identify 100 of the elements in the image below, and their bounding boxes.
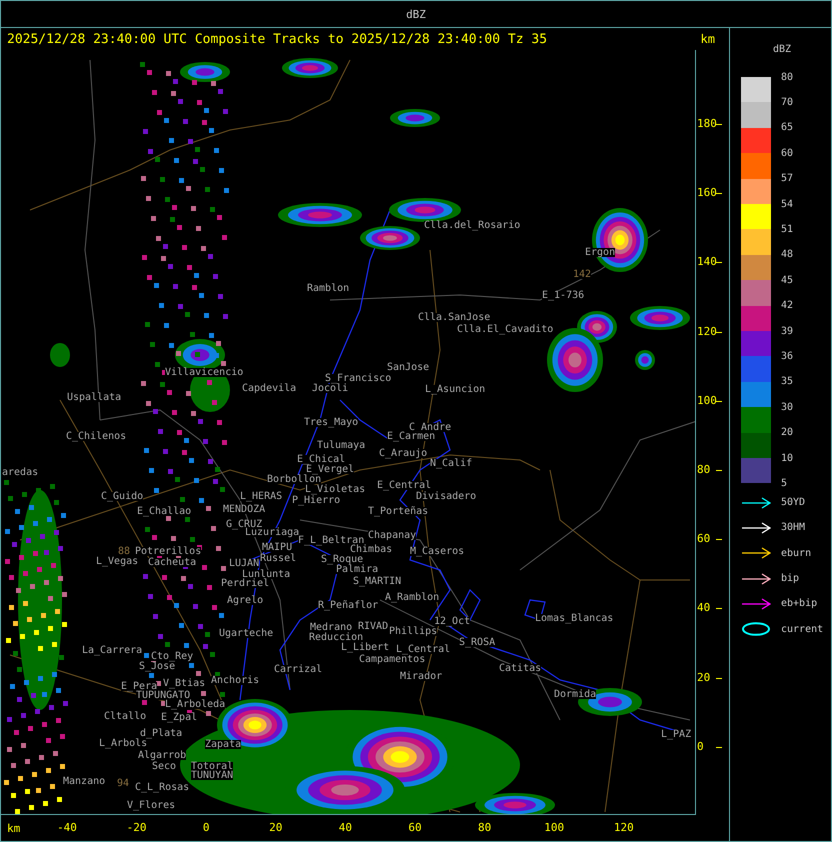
legend-label: eburn bbox=[781, 548, 812, 559]
place-label: E_Vergel bbox=[306, 465, 354, 474]
place-label: L_PAZ bbox=[661, 730, 692, 739]
axis-tick-label: 180 bbox=[697, 118, 717, 130]
scale-label: 30 bbox=[781, 402, 794, 413]
axis-tick-label: 40 bbox=[697, 602, 710, 614]
place-label: Seco bbox=[152, 762, 176, 771]
place-label: E_Zpal bbox=[161, 713, 198, 722]
place-label: L_HERAS bbox=[240, 492, 282, 501]
scale-label: 80 bbox=[781, 72, 794, 82]
place-label: L_Vegas bbox=[96, 557, 138, 566]
place-label: S_Jose bbox=[139, 662, 176, 671]
place-label: Lomas_Blancas bbox=[535, 614, 614, 623]
place-label: Chimbas bbox=[350, 545, 392, 554]
place-label: Cacheuta bbox=[148, 558, 196, 567]
place-label: Tres_Mayo bbox=[304, 418, 358, 427]
place-label: L_Asuncion bbox=[425, 385, 486, 394]
place-label: L_Arboleda bbox=[165, 700, 226, 709]
place-label: Catitas bbox=[499, 664, 542, 673]
axis-tick-label: 160 bbox=[697, 187, 717, 200]
place-label: E_Central bbox=[377, 481, 432, 490]
place-label: aredas bbox=[2, 468, 38, 477]
scale-label: 65 bbox=[781, 122, 794, 134]
place-label: S_Francisco bbox=[325, 374, 392, 383]
place-label: Ergon bbox=[585, 248, 616, 257]
place-label: Totoral bbox=[191, 762, 234, 771]
road-number: 88 bbox=[118, 547, 130, 556]
scale-label: 54 bbox=[781, 198, 794, 210]
window-title: dBZ bbox=[406, 8, 426, 20]
place-label: S_Roque bbox=[321, 555, 364, 564]
place-label: E_Carmen bbox=[387, 432, 436, 441]
place-label: 12_Oct bbox=[434, 617, 470, 626]
place-label: C_Andre bbox=[409, 423, 452, 432]
axis-tick-label: -20 bbox=[126, 822, 147, 834]
place-label: Potrerillos bbox=[135, 547, 202, 556]
place-label: Luzuriaga bbox=[245, 528, 300, 537]
place-label: V_Btias bbox=[163, 679, 206, 688]
road-number: 94 bbox=[117, 779, 130, 788]
place-label: LUJAN bbox=[229, 559, 260, 568]
place-label: Clla.SanJose bbox=[418, 313, 490, 322]
place-label: MAIPU bbox=[262, 543, 292, 552]
axis-tick-label: 100 bbox=[697, 394, 717, 407]
legend-label: eb+bip bbox=[781, 598, 818, 610]
place-label: Russel bbox=[260, 554, 296, 563]
place-label: Cto_Rey bbox=[151, 652, 194, 661]
scale-label: 57 bbox=[781, 173, 794, 184]
axis-tick-label: 20 bbox=[697, 672, 710, 684]
header-text: 2025/12/28 23:40:00 UTC Composite Tracks to 2025/12/28 23:40:00 Tz 35 bbox=[7, 32, 548, 46]
place-label: Ugarteche bbox=[219, 629, 274, 638]
scale-label: 36 bbox=[781, 350, 794, 362]
scale-label: 51 bbox=[781, 224, 794, 235]
place-label: Palmira bbox=[336, 565, 378, 574]
place-label: E_Pera bbox=[121, 682, 158, 691]
place-label: N_Calif bbox=[430, 459, 472, 468]
place-label: MENDOZA bbox=[223, 505, 266, 514]
place-label: C_Guido bbox=[101, 492, 144, 501]
place-label: S_ROSA bbox=[459, 638, 496, 647]
place-label: Jocoli bbox=[312, 384, 348, 393]
place-label: Cltallo bbox=[104, 712, 146, 721]
axis-tick-label: 40 bbox=[338, 822, 352, 834]
place-label: Clla.del_Rosario bbox=[424, 221, 520, 230]
place-label: Borbollon bbox=[267, 475, 322, 484]
place-label: L_Libert bbox=[341, 643, 390, 652]
place-label: Uspallata bbox=[67, 393, 122, 402]
legend-label: bip bbox=[781, 573, 800, 584]
place-label: Divisadero bbox=[416, 492, 476, 501]
place-label: C_L_Rosas bbox=[135, 783, 190, 792]
place-label: Campamentos bbox=[359, 655, 426, 664]
legend-title: dBZ bbox=[773, 44, 792, 55]
scale-label: 48 bbox=[781, 249, 794, 260]
axis-tick-label: 20 bbox=[269, 822, 282, 834]
legend-label: current bbox=[781, 624, 824, 635]
axis-tick-label: 0 bbox=[697, 740, 704, 753]
place-label: Capdevila bbox=[242, 384, 296, 393]
place-label: Medrano bbox=[310, 623, 352, 632]
place-label: Phillips bbox=[389, 627, 438, 636]
place-label: V_Flores bbox=[127, 801, 176, 810]
place-label: Reduccion bbox=[309, 633, 364, 642]
scale-label: 35 bbox=[781, 376, 794, 388]
road-number: 142 bbox=[573, 270, 592, 279]
place-label: Chapanay bbox=[368, 531, 416, 540]
place-label: Anchoris bbox=[211, 676, 260, 685]
place-label: Zapata bbox=[205, 740, 242, 749]
place-label: R_Peñaflor bbox=[318, 601, 378, 610]
place-label: Algarrob bbox=[138, 751, 186, 760]
place-label: Agrelo bbox=[227, 596, 264, 605]
scale-label: 20 bbox=[781, 427, 794, 438]
scale-label: 45 bbox=[781, 274, 794, 286]
axis-tick-label: 80 bbox=[697, 464, 710, 476]
place-label: M_Caseros bbox=[410, 547, 464, 556]
axis-tick-label: 120 bbox=[697, 326, 717, 338]
axis-tick-label: 100 bbox=[544, 822, 564, 834]
place-label: Carrizal bbox=[274, 665, 322, 674]
scale-label: 60 bbox=[781, 148, 794, 159]
place-label: E_Chical bbox=[297, 455, 346, 464]
unit-label: km bbox=[7, 823, 20, 835]
axis-tick-label: 120 bbox=[614, 822, 634, 834]
legend-label: 30HM bbox=[781, 522, 806, 534]
place-label: L_Violetas bbox=[305, 485, 366, 494]
place-label: Manzano bbox=[63, 777, 106, 786]
